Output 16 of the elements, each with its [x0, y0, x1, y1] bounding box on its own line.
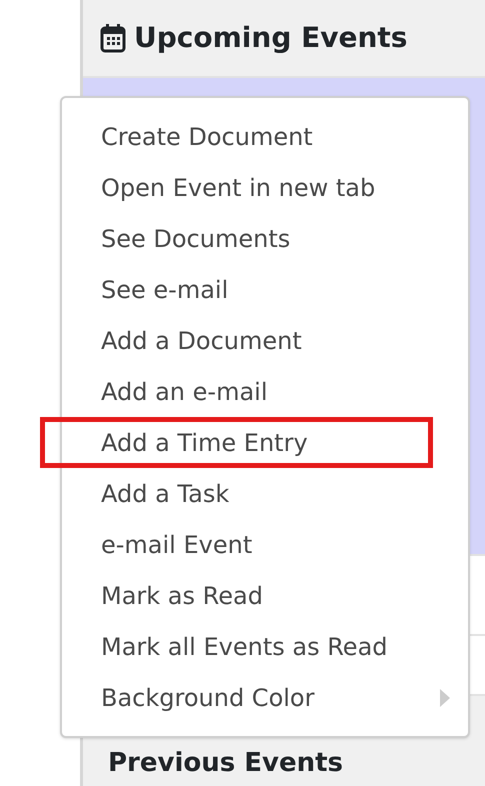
panel-title: Upcoming Events [134, 20, 408, 56]
calendar-icon [100, 23, 126, 53]
menu-item[interactable]: See e-mail [62, 264, 468, 315]
menu-item[interactable]: e-mail Event [62, 519, 468, 570]
menu-item[interactable]: See Documents [62, 213, 468, 264]
menu-item[interactable]: Create Document [62, 111, 468, 162]
menu-item[interactable]: Mark as Read [62, 570, 468, 621]
menu-item[interactable]: Add a Time Entry [40, 417, 433, 468]
caret-icon [440, 688, 450, 706]
menu-item[interactable]: Mark all Events as Read [62, 621, 468, 672]
menu-item[interactable]: Add an e-mail [62, 366, 468, 417]
menu-item[interactable]: Background Color [62, 672, 468, 723]
menu-item[interactable]: Add a Document [62, 315, 468, 366]
section-title: Previous Events [108, 748, 344, 778]
menu-item[interactable]: Add a Task [62, 468, 468, 519]
menu-item[interactable]: Open Event in new tab [62, 162, 468, 213]
